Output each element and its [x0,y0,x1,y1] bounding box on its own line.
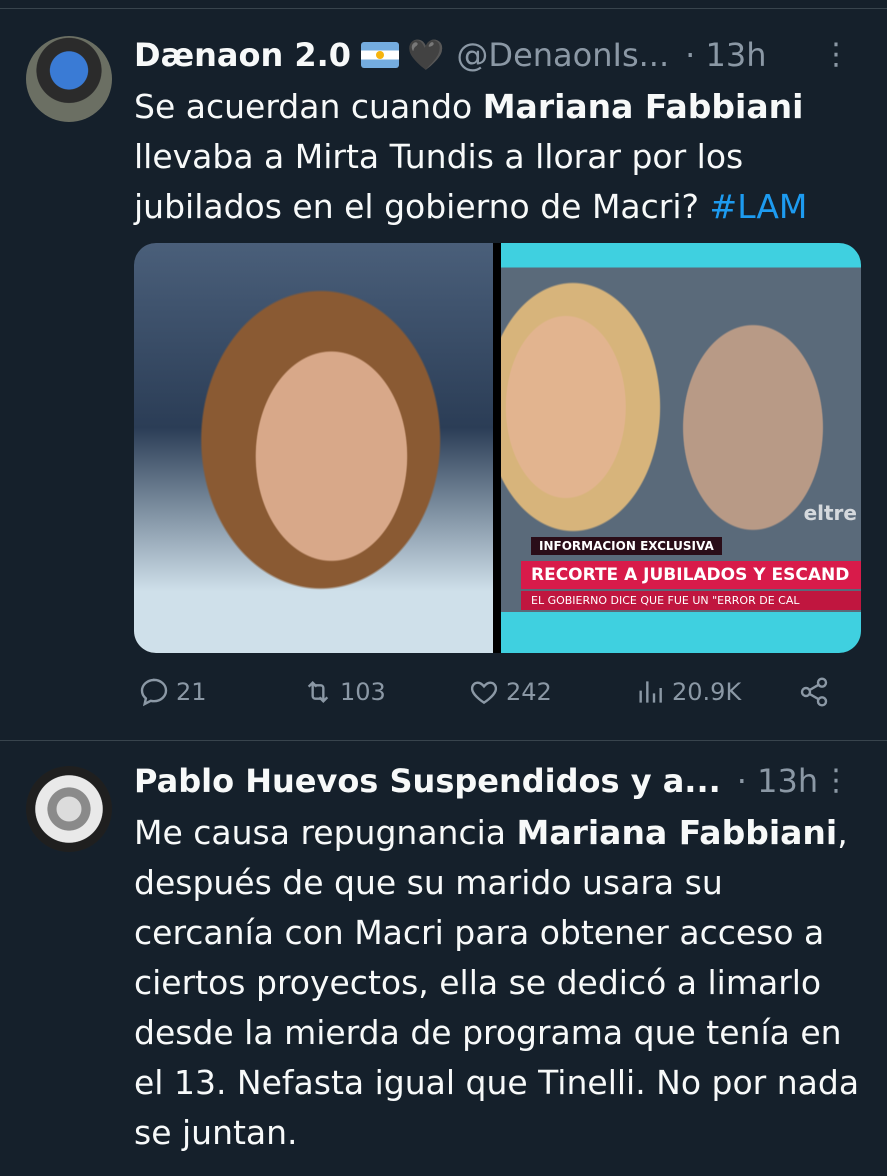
handle[interactable]: @DenaonIs... [456,36,669,74]
banner-headline: RECORTE A JUBILADOS Y ESCAND [521,561,861,589]
channel-logo: eltre [803,501,857,525]
tweet-text: Se acuerdan cuando Mariana Fabbiani llev… [134,82,864,232]
hashtag-link[interactable]: #LAM [710,187,808,226]
timestamp[interactable]: · 13h [685,36,766,74]
banner-tag: INFORMACION EXCLUSIVA [531,537,722,555]
tweet-text-bold: Mariana Fabbiani [516,813,838,852]
tweet-header: Pablo Huevos Suspendidos y a... · 13h [134,762,818,800]
argentina-flag-icon [361,42,400,68]
tweet-text-part: , después de que su marido usara su cerc… [134,813,860,1152]
tweet-text-part: Me causa repugnancia [134,813,517,852]
tweet-actions: 21 103 242 20.9K [134,676,834,716]
like-icon [470,681,498,705]
timestamp[interactable]: · 13h [737,762,818,800]
repost-icon [307,680,329,704]
more-icon[interactable]: ⋮ [821,40,851,70]
tweet-header: Dænaon 2.0 🖤 @DenaonIs... · 13h [134,36,766,74]
like-button[interactable]: 242 [468,676,552,708]
reply-icon [140,678,168,707]
avatar[interactable] [26,36,112,122]
share-button[interactable] [798,676,836,708]
reply-button[interactable]: 21 [138,676,207,708]
black-heart-icon: 🖤 [407,37,445,73]
display-name[interactable]: Pablo Huevos Suspendidos y a... [134,762,721,800]
reply-count: 21 [176,678,207,706]
media-image-left[interactable] [134,243,493,653]
tweet-media[interactable]: eltre INFORMACION EXCLUSIVA RECORTE A JU… [134,243,861,653]
avatar[interactable] [26,766,112,852]
more-icon[interactable]: ⋮ [821,766,851,796]
top-divider [0,8,887,9]
tweet-text: Me causa repugnancia Mariana Fabbiani, d… [134,808,864,1158]
views-button[interactable]: 20.9K [634,676,741,708]
repost-count: 103 [340,678,386,706]
display-name[interactable]: Dænaon 2.0 [134,36,351,74]
views-count: 20.9K [672,678,742,706]
tweet-divider [0,740,887,741]
tweet-text-part: llevaba a Mirta Tundis a llorar por los … [134,137,744,226]
share-icon [800,677,828,707]
like-count: 242 [506,678,552,706]
banner-subline: EL GOBIERNO DICE QUE FUE UN "ERROR DE CA… [521,591,861,610]
media-image-right[interactable]: eltre INFORMACION EXCLUSIVA RECORTE A JU… [501,243,861,653]
repost-button[interactable]: 103 [302,676,386,708]
tweet-text-part: Se acuerdan cuando [134,87,483,126]
views-icon [639,681,662,703]
tweet-text-bold: Mariana Fabbiani [482,87,804,126]
